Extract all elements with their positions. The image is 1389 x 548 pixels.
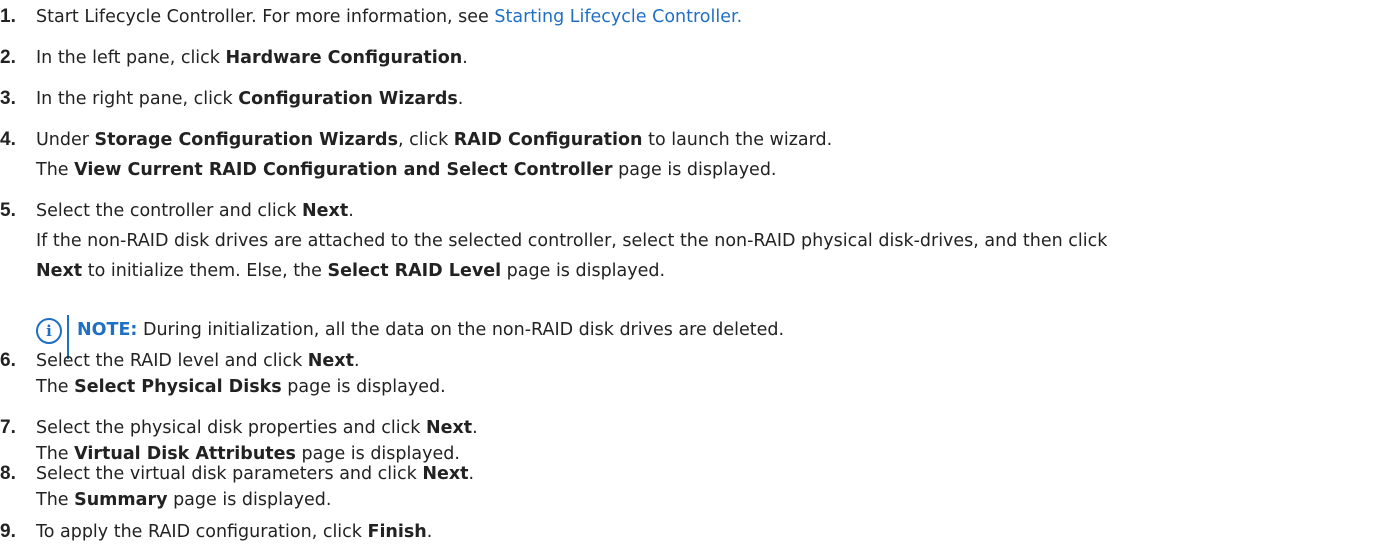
note-text: NOTE: During initialization, all the dat…: [77, 320, 785, 340]
step-text: In the left pane, click Hardware Configu…: [36, 48, 468, 68]
procedure-steps: 1. Start Lifecycle Controller. For more …: [0, 0, 1389, 548]
step-text: Select the physical disk properties and …: [36, 418, 478, 438]
step-number: 7.: [0, 417, 16, 438]
starting-lifecycle-controller-link[interactable]: Starting Lifecycle Controller.: [494, 7, 742, 27]
step-result: The View Current RAID Configuration and …: [36, 160, 777, 180]
step-number: 9.: [0, 521, 16, 542]
step-detail: If the non-RAID disk drives are attached…: [36, 231, 1108, 251]
step-number: 1.: [0, 6, 16, 27]
step-number: 8.: [0, 463, 16, 484]
step-number: 2.: [0, 47, 16, 68]
step-text: Select the controller and click Next.: [36, 201, 354, 221]
info-circle-icon: i: [36, 318, 62, 344]
step-text: Select the RAID level and click Next.: [36, 351, 360, 371]
step-text: To apply the RAID configuration, click F…: [36, 522, 433, 542]
step-text: Under Storage Configuration Wizards, cli…: [36, 130, 833, 150]
step-result: The Summary page is displayed.: [36, 490, 332, 510]
step-text: Start Lifecycle Controller. For more inf…: [36, 7, 743, 27]
step-result: The Virtual Disk Attributes page is disp…: [36, 444, 460, 464]
step-result: The Select Physical Disks page is displa…: [36, 377, 446, 397]
step-number: 4.: [0, 129, 16, 150]
step-number: 5.: [0, 200, 16, 221]
step-text: In the right pane, click Configuration W…: [36, 89, 464, 109]
step-number: 6.: [0, 350, 16, 371]
step-text: Select the virtual disk parameters and c…: [36, 464, 475, 484]
step-number: 3.: [0, 88, 16, 109]
step-result: Next to initialize them. Else, the Selec…: [36, 261, 666, 281]
